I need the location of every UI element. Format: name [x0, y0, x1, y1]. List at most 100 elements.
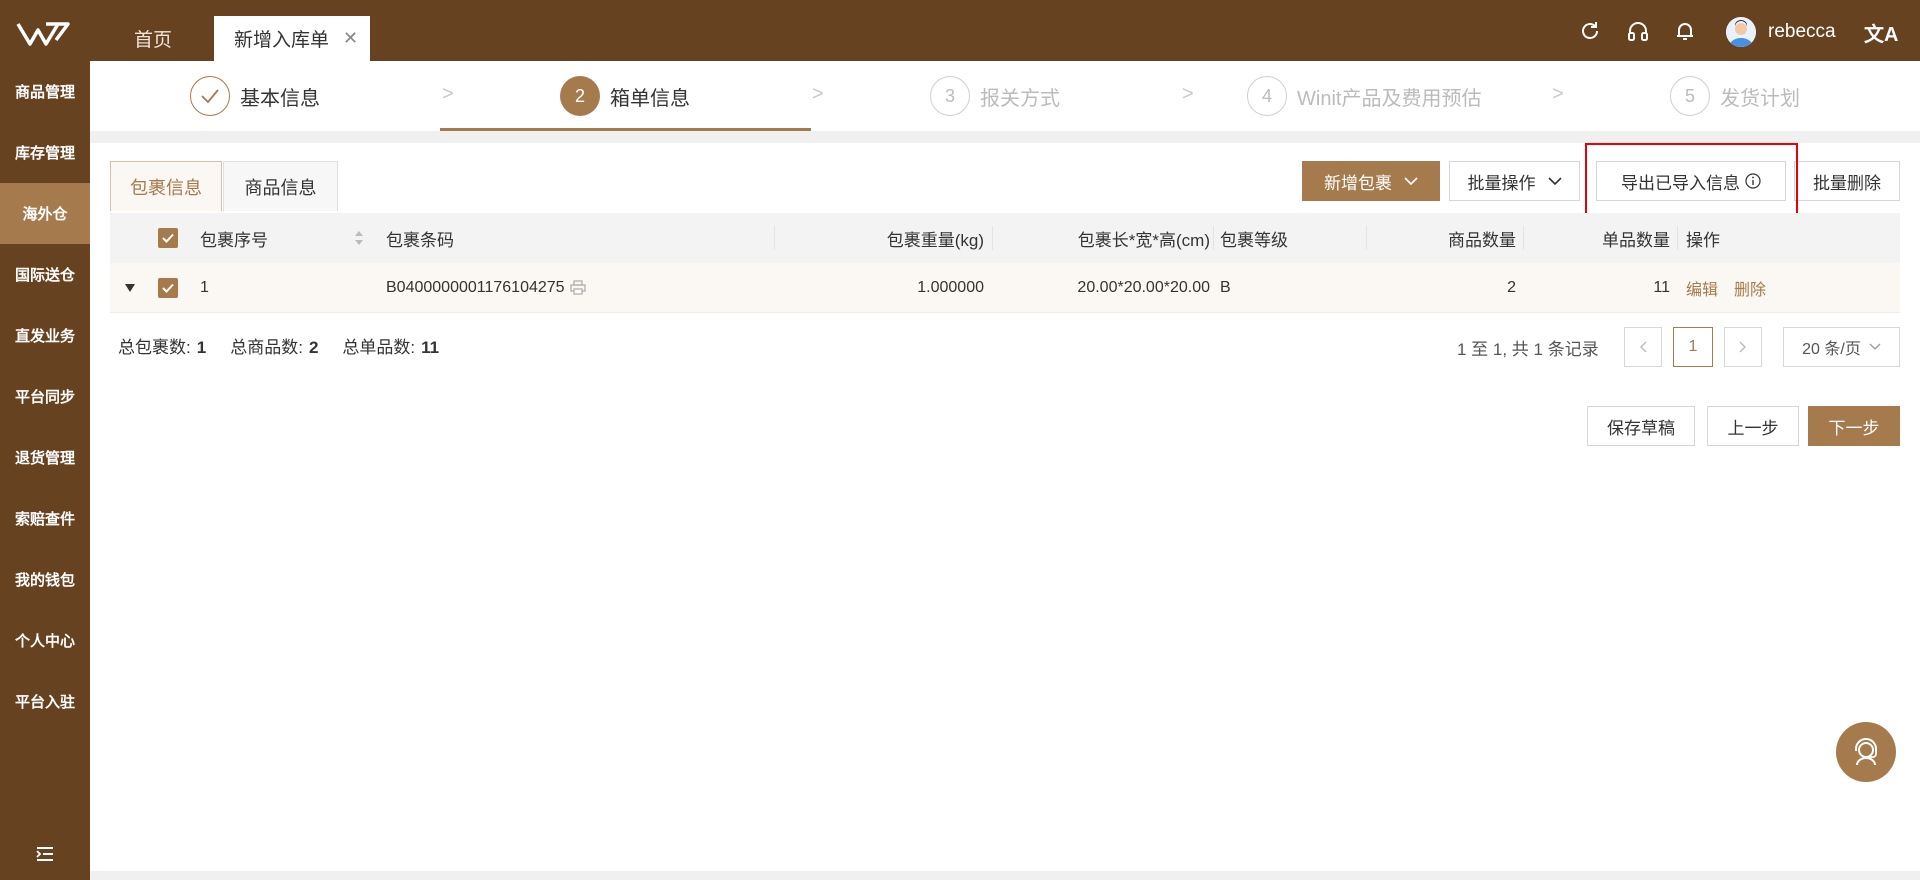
sidebar-item-returns[interactable]: 退货管理: [0, 427, 90, 488]
tab-label: 包裹信息: [130, 177, 202, 198]
step-label: 发货计划: [1720, 87, 1800, 110]
cell-actions: 编辑 删除: [1686, 263, 1782, 312]
summary-label: 总单品数:: [342, 338, 416, 357]
delete-link[interactable]: 删除: [1734, 276, 1766, 300]
sidebar: 商品管理 库存管理 海外仓 国际送仓 直发业务 平台同步 退货管理 索赔查件 我…: [0, 61, 90, 880]
user-menu[interactable]: rebecca: [1726, 17, 1836, 47]
main-content: 基本信息 > 2 箱单信息 > 3 报关方式 > 4 Winit产品及费用预估 …: [90, 61, 1920, 880]
chevron-down-icon: [1547, 177, 1562, 186]
summary-value: 2: [308, 338, 319, 357]
table-header: 包裹序号 包裹条码 包裹重量(kg) 包裹长*宽*高(cm) 包裹等级 商品数量: [110, 213, 1900, 263]
sidebar-item-label: 商品管理: [14, 84, 75, 101]
step-number: 4: [1247, 76, 1287, 116]
step-customs[interactable]: 3 报关方式: [930, 76, 1060, 116]
headset-icon[interactable]: [1626, 19, 1650, 43]
bell-icon[interactable]: [1673, 19, 1697, 43]
sidebar-item-label: 库存管理: [14, 145, 75, 162]
tab-package-info[interactable]: 包裹信息: [110, 161, 222, 211]
sidebar-item-overseas-warehouse[interactable]: 海外仓: [0, 183, 90, 244]
sidebar-item-label: 平台同步: [14, 389, 75, 406]
sidebar-item-label: 平台入驻: [14, 694, 75, 711]
close-icon[interactable]: ✕: [343, 28, 358, 49]
cell-text: 2: [1507, 278, 1516, 296]
print-icon[interactable]: [569, 280, 586, 295]
refresh-icon[interactable]: [1578, 19, 1602, 43]
next-page-button[interactable]: [1724, 327, 1762, 367]
batch-operations-button[interactable]: 批量操作: [1449, 161, 1580, 201]
sidebar-item-inventory-management[interactable]: 库存管理: [0, 122, 90, 183]
language-icon[interactable]: 文A: [1864, 18, 1898, 47]
tab-label: 商品信息: [244, 177, 317, 198]
sidebar-item-international-delivery[interactable]: 国际送仓: [0, 244, 90, 305]
page-number-button[interactable]: 1: [1673, 327, 1713, 367]
step-shipping-plan[interactable]: 5 发货计划: [1670, 76, 1800, 116]
sidebar-item-personal-center[interactable]: 个人中心: [0, 610, 90, 671]
cell-grade: B: [1220, 263, 1231, 312]
sidebar-item-label: 直发业务: [14, 328, 75, 345]
tab-home[interactable]: 首页: [113, 16, 193, 61]
button-label: 上一步: [1727, 418, 1779, 438]
column-header: 操作: [1686, 213, 1720, 263]
expand-caret-icon[interactable]: [124, 283, 136, 293]
column-header-label: 商品数量: [1448, 230, 1516, 250]
save-draft-button[interactable]: 保存草稿: [1587, 406, 1695, 446]
column-header: 包裹等级: [1220, 213, 1288, 263]
sidebar-item-direct-shipping[interactable]: 直发业务: [0, 305, 90, 366]
avatar: [1726, 17, 1756, 47]
page-size-select[interactable]: 20 条/页: [1783, 327, 1900, 367]
summary-label: 总商品数:: [230, 338, 303, 357]
tab-new-inbound-order[interactable]: 新增入库单 ✕: [214, 16, 370, 61]
column-header: 包裹条码: [386, 213, 454, 263]
active-step-indicator: [440, 128, 811, 131]
sort-icon[interactable]: [354, 230, 364, 246]
column-header-label: 包裹序号: [200, 230, 268, 250]
column-header-label: 单品数量: [1602, 230, 1670, 250]
info-icon[interactable]: [1745, 173, 1761, 189]
customer-service-button[interactable]: [1836, 722, 1896, 782]
chevron-right-icon: >: [1182, 83, 1194, 105]
column-header-label: 包裹长*宽*高(cm): [1077, 230, 1210, 250]
tab-product-info[interactable]: 商品信息: [223, 161, 338, 211]
cell-text: B0400000001176104275: [386, 278, 565, 296]
add-package-button[interactable]: 新增包裹: [1302, 161, 1440, 201]
step-winit-product[interactable]: 4 Winit产品及费用预估: [1247, 76, 1481, 116]
batch-delete-button[interactable]: 批量删除: [1794, 161, 1900, 201]
total-items: 总单品数: 11: [342, 333, 439, 358]
sidebar-item-platform-sync[interactable]: 平台同步: [0, 366, 90, 427]
sidebar-item-claims[interactable]: 索赔查件: [0, 488, 90, 549]
user-name: rebecca: [1768, 21, 1836, 42]
cell-text: 1: [200, 278, 209, 296]
sidebar-item-platform-onboarding[interactable]: 平台入驻: [0, 671, 90, 732]
export-imported-info-button[interactable]: 导出已导入信息: [1596, 161, 1786, 201]
column-header: 单品数量: [1523, 213, 1670, 263]
next-step-button[interactable]: 下一步: [1808, 406, 1900, 446]
menu-collapse-icon[interactable]: [35, 846, 55, 862]
table-row: 1 B0400000001176104275 1.000000 20.00*20…: [110, 263, 1900, 313]
step-label: Winit产品及费用预估: [1297, 87, 1482, 110]
column-header[interactable]: 包裹序号: [200, 213, 268, 263]
winit-logo[interactable]: [16, 18, 72, 50]
sidebar-item-wallet[interactable]: 我的钱包: [0, 549, 90, 610]
step-basic-info[interactable]: 基本信息: [190, 76, 320, 116]
row-checkbox[interactable]: [158, 263, 178, 312]
previous-step-button[interactable]: 上一步: [1707, 406, 1799, 446]
button-label: 批量操作: [1467, 173, 1536, 193]
button-label: 导出已导入信息: [1621, 173, 1740, 193]
summary-label: 总包裹数:: [118, 338, 191, 357]
sidebar-item-product-management[interactable]: 商品管理: [0, 61, 90, 122]
column-header: 商品数量: [1366, 213, 1516, 263]
summary-value: 11: [421, 338, 440, 357]
column-header-label: 包裹等级: [1220, 230, 1288, 250]
edit-link[interactable]: 编辑: [1686, 276, 1718, 300]
prev-page-button[interactable]: [1624, 327, 1662, 367]
sidebar-item-label: 我的钱包: [14, 572, 75, 589]
step-number: 5: [1670, 76, 1710, 116]
step-packing-info[interactable]: 2 箱单信息: [560, 76, 690, 116]
summary-value: 1: [196, 338, 207, 357]
column-header-label: 操作: [1686, 230, 1720, 250]
cell-item-qty: 11: [1523, 263, 1670, 312]
column-header-label: 包裹条码: [386, 230, 454, 250]
select-all-checkbox[interactable]: [158, 213, 178, 263]
button-label: 新增包裹: [1324, 173, 1392, 193]
package-card: 包裹信息 商品信息 新增包裹 批量操作 导出已导入信息 批量删除 包裹序号 包裹…: [90, 143, 1920, 871]
